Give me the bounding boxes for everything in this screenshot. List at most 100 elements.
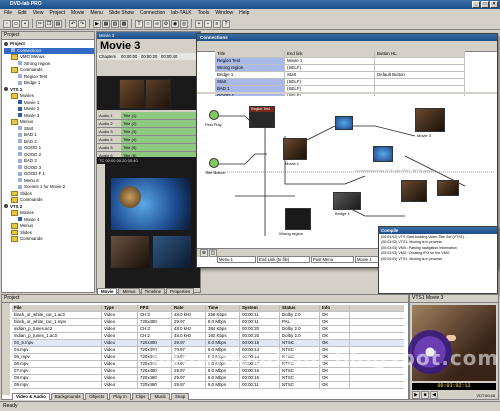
connections-cell-end[interactable]: (SELF) (285, 65, 375, 71)
zoom-out-icon[interactable]: − (204, 19, 212, 28)
new-icon[interactable]: ▫ (3, 19, 11, 28)
menu-item-view[interactable]: View (33, 9, 44, 18)
property-field-1[interactable]: Menu 1 (217, 256, 256, 263)
audio-clip[interactable]: Title (4) (121, 136, 200, 143)
connections-cell-end[interactable]: (SELF) (285, 79, 375, 85)
asset-row[interactable]: 09.mpv Video 720x480 29.97 8.0 Mbps 00:00:11 N… (12, 382, 404, 389)
menu-item-project[interactable]: Project (49, 9, 65, 18)
undo-icon[interactable]: ↶ (69, 19, 77, 28)
video-track[interactable] (97, 76, 200, 110)
maximize-button[interactable]: □ (481, 1, 489, 8)
menu-node-c[interactable] (401, 180, 427, 202)
assets-column-header[interactable]: Rate (172, 305, 206, 311)
grid-icon[interactable]: ▩ (120, 19, 128, 28)
zoom-in-icon[interactable]: + (195, 19, 203, 28)
menu-button-thumb[interactable] (119, 186, 141, 208)
menu-item-file[interactable]: File (4, 9, 12, 18)
menu-item-edit[interactable]: Edit (18, 9, 27, 18)
assets-column-header[interactable]: Type (102, 305, 138, 311)
assets-column-header[interactable]: System (240, 305, 280, 311)
connections-row[interactable]: Bridge 1 Start Default Button (215, 72, 465, 79)
rewind-icon[interactable]: ◀ (430, 391, 438, 399)
connections-row[interactable]: Start (SELF) (215, 79, 465, 86)
connections-cell-end[interactable]: Start (285, 72, 375, 78)
connections-row[interactable]: Region Test Movie 1 (215, 58, 465, 65)
zoom-icon[interactable]: ⊕ (200, 249, 208, 257)
shape-icon[interactable]: ○ (144, 19, 152, 28)
help-icon[interactable]: ? (222, 19, 230, 28)
bridge-1-node[interactable] (333, 192, 361, 210)
first-play-node[interactable] (209, 110, 219, 120)
menu-item-slide-show[interactable]: Slide Show (109, 9, 134, 18)
splitter[interactable] (197, 92, 497, 94)
paste-icon[interactable]: ▤ (54, 19, 62, 28)
asset-row[interactable]: 08.mpv Video 720x480 29.97 8.0 Mbps 00:00:16 N… (12, 375, 404, 382)
audio-clip[interactable]: Title (1) (121, 112, 200, 119)
menu-item-movie[interactable]: Movie (71, 9, 84, 18)
property-field-2[interactable]: End Link (to file) (257, 256, 310, 263)
title-button-node[interactable] (209, 158, 219, 168)
audio-clip[interactable]: Title (2) (121, 120, 200, 127)
menu-node-d[interactable] (437, 180, 459, 196)
movie-icon[interactable]: ▶ (93, 19, 101, 28)
asset-row[interactable]: black_or_white_cut_1.mpv Video 720x480 29.9… (12, 319, 404, 326)
audio-track-row[interactable]: Audio 1 Title (1) (97, 112, 200, 120)
menu-node-b[interactable] (373, 146, 393, 162)
assets-column-header[interactable]: File (12, 305, 102, 311)
property-dropdown-1[interactable]: Post Menu (311, 256, 354, 263)
asset-row[interactable]: indian_p_tunes.ac3 Video CH:2 48.0 kHz 384 K… (12, 326, 404, 333)
assets-tab[interactable]: Video & Audio (12, 393, 50, 400)
copy-icon[interactable]: ❐ (45, 19, 53, 28)
menu-item-connection[interactable]: Connection (140, 9, 165, 18)
menu-item-tools[interactable]: Tools (198, 9, 210, 18)
stop-icon[interactable]: ■ (421, 391, 429, 399)
movie-1-node[interactable] (283, 138, 307, 160)
asset-row[interactable]: black_or_white_cut_1.ac3 Video CH:2 48.0 kH… (12, 312, 404, 319)
cut-icon[interactable]: ✂ (36, 19, 44, 28)
tree-item[interactable]: Commands (4, 236, 94, 243)
timeline-ruler[interactable]: TC 00:00 00:20 00:40 (97, 157, 202, 164)
wrong-region-node[interactable] (285, 208, 311, 230)
menu-item-lab-talk[interactable]: lab-TALK (171, 9, 191, 18)
menu-node-a[interactable] (335, 116, 353, 130)
audio-track-row[interactable]: Audio 3 Title (3) (97, 128, 200, 136)
assets-column-header[interactable]: Time (206, 305, 240, 311)
movie-3-node[interactable] (415, 108, 445, 132)
audio-track-row[interactable]: Audio 4 Title (4) (97, 136, 200, 144)
redo-icon[interactable]: ↷ (78, 19, 86, 28)
audio-clip[interactable]: Title (5) (121, 144, 200, 151)
audio-track-row[interactable]: Audio 2 Title (2) (97, 120, 200, 128)
assets-tab[interactable]: Play m (109, 393, 131, 400)
connections-row[interactable]: Wrong region (SELF) (215, 65, 465, 72)
align-icon[interactable]: ≡ (213, 19, 221, 28)
audio-track-row[interactable]: Audio 5 Title (5) (97, 144, 200, 152)
connections-cell-button[interactable]: Default Button (375, 72, 465, 78)
assets-column-header[interactable]: FPS (138, 305, 172, 311)
save-icon[interactable]: ▪ (21, 19, 29, 28)
audio-clip[interactable]: Title (3) (121, 128, 200, 135)
menu-item-help[interactable]: Help (239, 9, 249, 18)
preview-icon[interactable]: ◉ (171, 19, 179, 28)
assets-column-header[interactable]: Status (280, 305, 320, 311)
fit-icon[interactable]: ◫ (209, 249, 217, 257)
menu-icon[interactable]: ▦ (102, 19, 110, 28)
compile-icon[interactable]: ⚙ (162, 19, 170, 28)
open-icon[interactable]: ▭ (12, 19, 20, 28)
assets-tab[interactable]: Backgrounds (50, 393, 85, 400)
connections-cell-end[interactable]: Movie 1 (285, 58, 375, 64)
link-icon[interactable]: ∞ (153, 19, 161, 28)
close-button[interactable]: × (490, 1, 498, 8)
menu-item-window[interactable]: Window (215, 9, 233, 18)
assets-tab[interactable]: Objects (85, 393, 109, 400)
menu-canvas[interactable] (97, 164, 200, 288)
assets-tab[interactable]: Snap (170, 393, 190, 400)
assets-tab[interactable]: Music (150, 393, 170, 400)
minimize-button[interactable]: _ (472, 1, 480, 8)
assets-tab[interactable]: Clips (131, 393, 150, 400)
assets-column-header[interactable]: Info (320, 305, 350, 311)
connections-cell-button[interactable] (375, 79, 465, 85)
menu-item-menu[interactable]: Menu (90, 9, 103, 18)
slideshow-icon[interactable]: ▧ (111, 19, 119, 28)
burn-icon[interactable]: ◎ (180, 19, 188, 28)
text-icon[interactable]: T (135, 19, 143, 28)
